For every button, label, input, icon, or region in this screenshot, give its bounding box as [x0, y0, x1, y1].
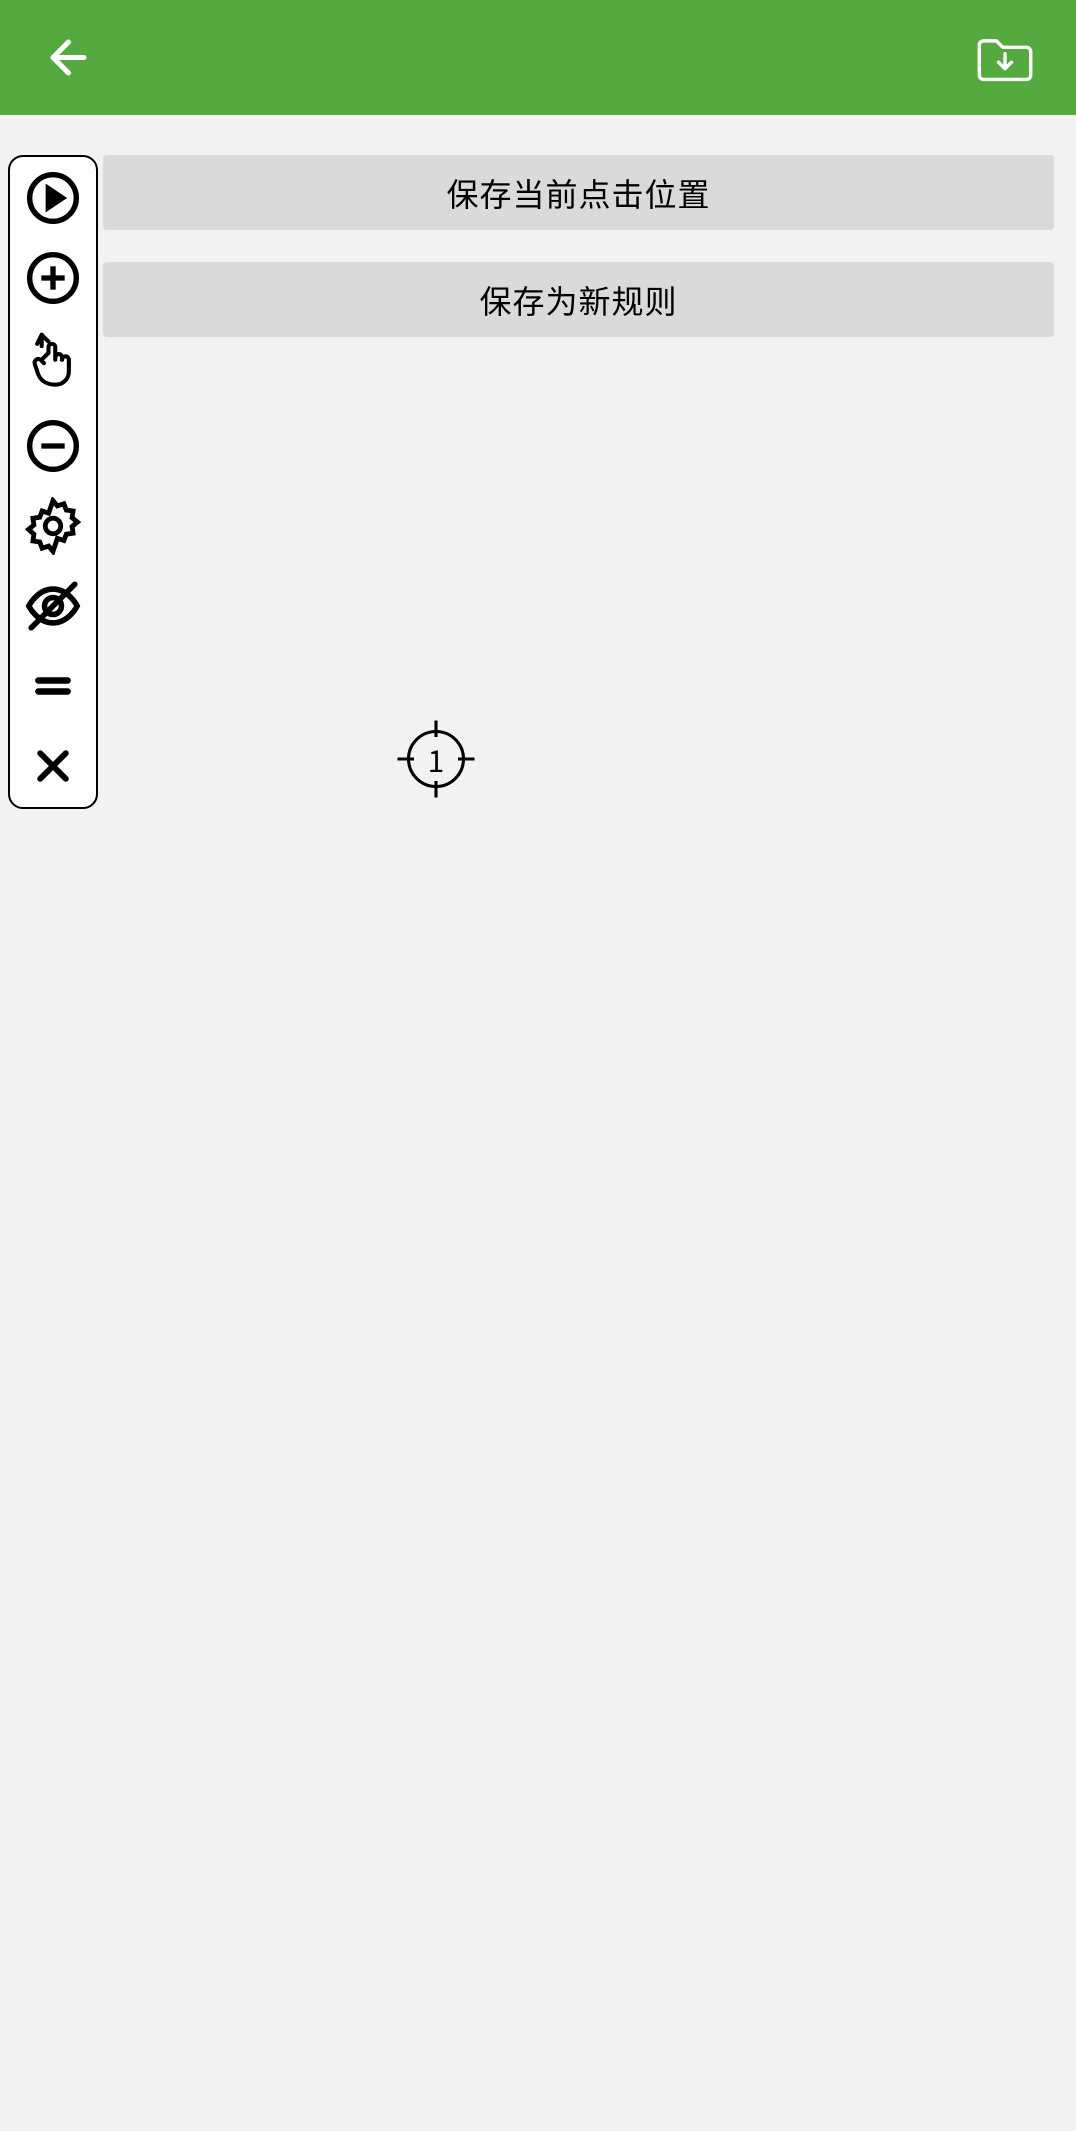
add-button[interactable]	[22, 247, 84, 309]
save-rule-button[interactable]: 保存为新规则	[103, 262, 1054, 337]
toolbar	[8, 155, 98, 809]
play-button[interactable]	[22, 167, 84, 229]
minus-button[interactable]	[22, 415, 84, 477]
minus-icon	[25, 418, 81, 474]
gear-icon	[24, 497, 82, 555]
save-position-button[interactable]: 保存当前点击位置	[103, 155, 1054, 230]
back-button[interactable]	[40, 30, 96, 86]
play-icon	[25, 170, 81, 226]
back-arrow-icon	[42, 31, 95, 84]
drag-handle-button[interactable]	[22, 655, 84, 717]
swipe-button[interactable]	[22, 327, 84, 397]
settings-button[interactable]	[22, 495, 84, 557]
close-button[interactable]	[22, 735, 84, 797]
folder-download-button[interactable]	[974, 28, 1036, 88]
plus-icon	[25, 250, 81, 306]
swipe-up-icon	[25, 328, 81, 396]
option-panel: 保存当前点击位置 保存为新规则	[103, 155, 1054, 337]
folder-download-icon	[975, 31, 1035, 85]
target-number: 1	[428, 737, 445, 781]
hide-button[interactable]	[22, 575, 84, 637]
close-icon	[31, 744, 75, 788]
drag-handle-icon	[31, 664, 75, 708]
eye-off-icon	[23, 577, 83, 635]
target-marker-1[interactable]: 1	[392, 715, 480, 803]
header	[0, 0, 1076, 115]
